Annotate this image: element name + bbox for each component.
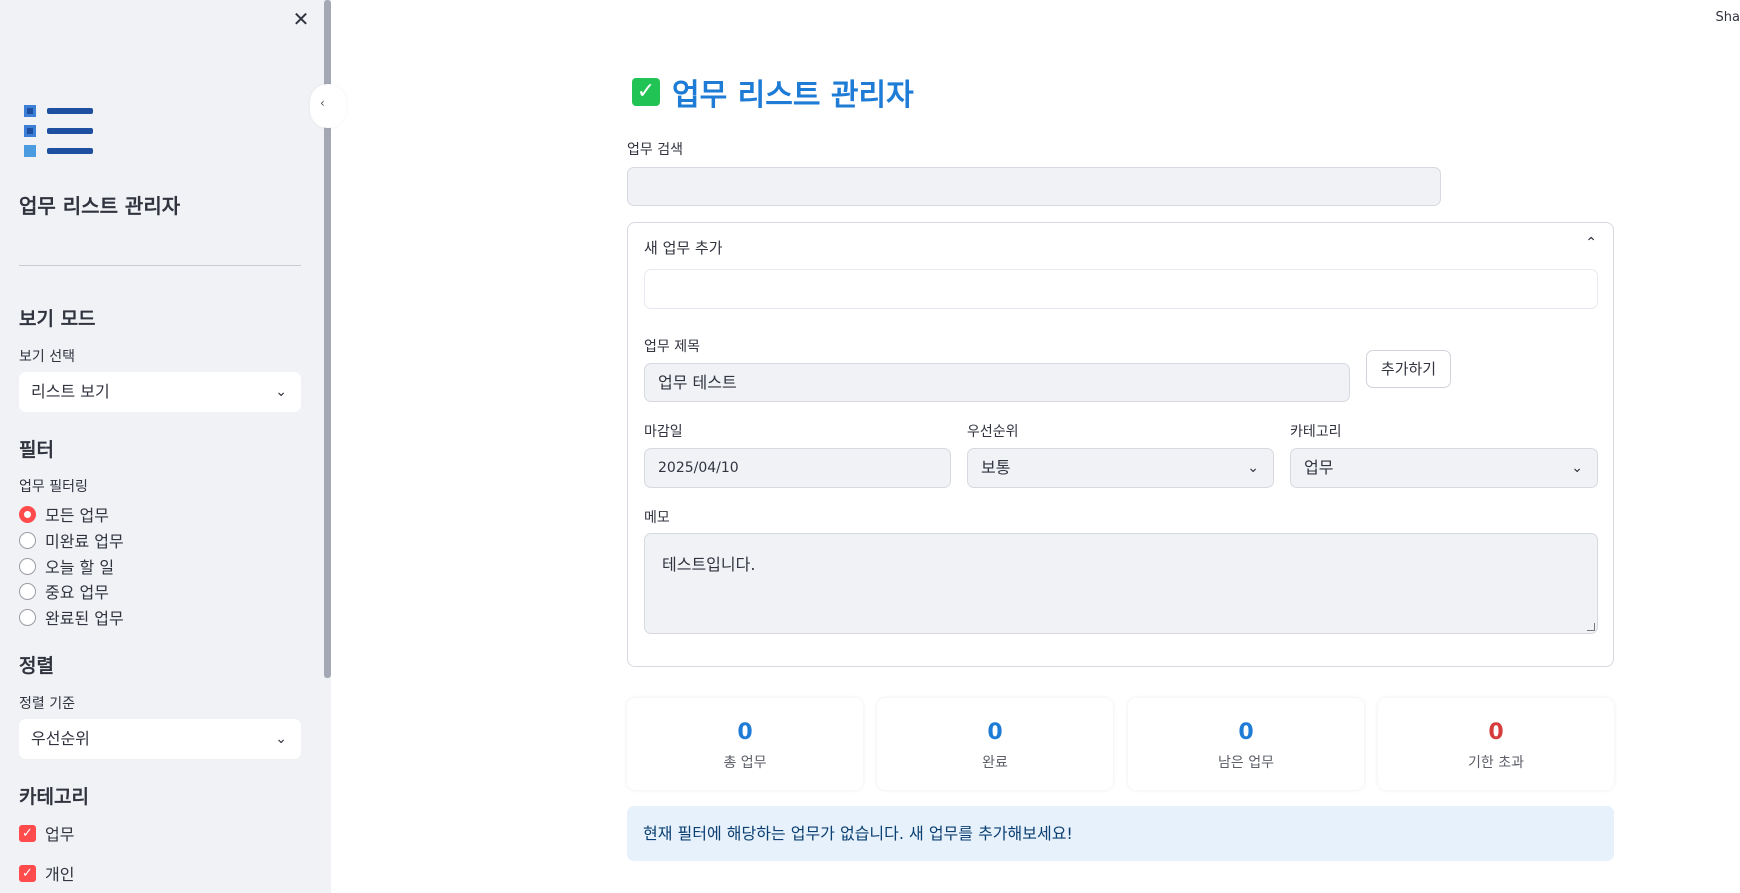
check-mark-icon: ✓ [632,78,660,106]
stat-value: 0 [1238,720,1254,745]
category-checkbox-personal[interactable]: ✓ 개인 [19,862,74,884]
category-label: 업무 [45,825,75,844]
filter-option-label: 중요 업무 [45,583,109,602]
new-task-expander-header[interactable]: 새 업무 추가 [644,237,723,258]
checkbox-checked-icon: ✓ [19,824,36,842]
due-date-label: 마감일 [644,424,683,440]
filter-option-label: 오늘 할 일 [45,558,115,577]
due-date-value: 2025/04/10 [658,460,739,476]
search-label: 업무 검색 [627,142,683,158]
task-title-label: 업무 제목 [644,339,700,355]
category-label: 카테고리 [1290,424,1342,440]
filter-label: 업무 필터링 [19,479,88,495]
view-mode-heading: 보기 모드 [19,308,96,330]
radio-icon [19,582,36,600]
stat-label: 남은 업무 [1218,755,1274,771]
category-checkbox-work[interactable]: ✓ 업무 [19,822,74,844]
filter-option-completed[interactable]: 완료된 업무 [19,606,124,628]
sort-value: 우선순위 [31,729,90,748]
memo-label: 메모 [644,510,670,526]
category-heading: 카테고리 [19,786,89,808]
page-title: ✓ 업무 리스트 관리자 [632,70,914,114]
filter-heading: 필터 [19,439,54,461]
blank-field [644,269,1598,309]
chevron-down-icon: ⌄ [1571,460,1583,476]
filter-option-incomplete[interactable]: 미완료 업무 [19,529,124,551]
filter-option-label: 모든 업무 [45,506,109,525]
category-label: 개인 [45,865,75,884]
filter-option-important[interactable]: 중요 업무 [19,580,109,602]
sort-label: 정렬 기준 [19,696,75,712]
filter-option-all[interactable]: 모든 업무 [19,503,109,525]
category-select[interactable]: 업무 ⌄ [1290,448,1598,488]
sort-select[interactable]: 우선순위 ⌄ [19,719,301,759]
divider [19,265,301,266]
sidebar-title: 업무 리스트 관리자 [19,194,181,218]
radio-icon [19,608,36,626]
stat-label: 기한 초과 [1468,755,1524,771]
stat-label: 총 업무 [723,755,767,771]
stat-value: 0 [1488,720,1504,745]
chevron-left-icon: ‹ [320,96,325,110]
stat-label: 완료 [982,755,1008,771]
task-list-logo-icon [24,105,93,157]
info-message: 현재 필터에 해당하는 업무가 없습니다. 새 업무를 추가해보세요! [627,806,1614,861]
chevron-down-icon: ⌄ [275,384,287,400]
stat-card-total: 0 총 업무 [627,698,863,790]
page-title-text: 업무 리스트 관리자 [672,78,914,113]
radio-selected-icon [19,505,36,523]
filter-option-label: 완료된 업무 [45,609,124,628]
radio-icon [19,557,36,575]
chevron-up-icon[interactable]: ⌃ [1585,235,1597,251]
search-input[interactable] [627,167,1441,206]
category-value: 업무 [1304,458,1334,477]
checkbox-checked-icon: ✓ [19,864,36,882]
stat-card-completed: 0 완료 [877,698,1113,790]
memo-value: 테스트입니다. [662,555,756,574]
view-mode-label: 보기 선택 [19,349,75,365]
add-task-button[interactable]: 추가하기 [1366,350,1451,388]
due-date-input[interactable]: 2025/04/10 [644,448,951,488]
priority-value: 보통 [981,458,1011,477]
sidebar-collapse-button[interactable]: ‹ [310,84,346,128]
stat-value: 0 [987,720,1003,745]
close-icon[interactable]: ✕ [290,8,312,30]
new-task-expander: 새 업무 추가 ⌃ 업무 제목 업무 테스트 추가하기 마감일 2025/04/… [627,222,1614,667]
task-title-input[interactable]: 업무 테스트 [644,363,1350,402]
sort-heading: 정렬 [19,655,54,677]
resize-handle-icon[interactable] [1587,623,1595,631]
stat-card-overdue: 0 기한 초과 [1378,698,1614,790]
filter-option-today[interactable]: 오늘 할 일 [19,555,114,577]
stat-card-remaining: 0 남은 업무 [1128,698,1364,790]
view-mode-value: 리스트 보기 [31,382,110,401]
priority-label: 우선순위 [967,424,1019,440]
memo-textarea[interactable]: 테스트입니다. [644,533,1598,634]
stat-value: 0 [737,720,753,745]
chevron-down-icon: ⌄ [275,731,287,747]
sidebar: ✕ 업무 리스트 관리자 보기 모드 보기 선택 리스트 보기 ⌄ 필터 업무 … [0,0,331,893]
view-mode-select[interactable]: 리스트 보기 ⌄ [19,372,301,412]
filter-option-label: 미완료 업무 [45,532,124,551]
chevron-down-icon: ⌄ [1247,460,1259,476]
priority-select[interactable]: 보통 ⌄ [967,448,1274,488]
share-button[interactable]: Sha [1716,10,1740,25]
radio-icon [19,531,36,549]
